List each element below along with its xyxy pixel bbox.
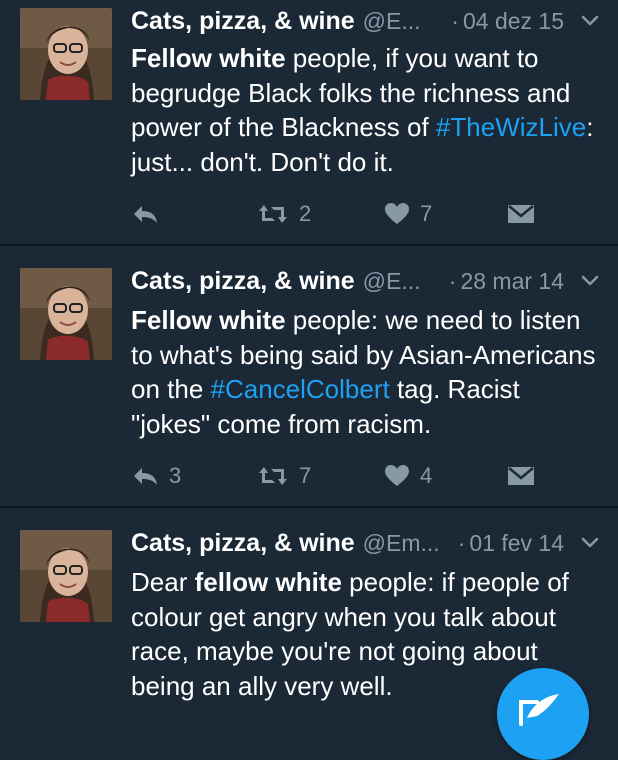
retweet-icon	[259, 467, 287, 485]
chevron-down-icon[interactable]	[580, 14, 600, 28]
separator-dot: ·	[451, 7, 459, 34]
avatar[interactable]	[20, 8, 112, 100]
compose-button[interactable]	[497, 668, 589, 760]
text-bold: fellow white	[194, 567, 342, 597]
retweet-button[interactable]: 7	[257, 458, 311, 494]
tweet-actions: 3 7 4	[0, 458, 618, 494]
tweet-item[interactable]: Cats, pizza, & wine @E... · 28 mar 14 Fe…	[0, 246, 618, 506]
text-bold: Fellow white	[131, 43, 286, 73]
envelope-icon	[508, 467, 534, 485]
reply-count: 3	[169, 463, 182, 488]
text-bold: Fellow white	[131, 305, 286, 335]
like-count: 4	[420, 463, 433, 488]
author-name[interactable]: Cats, pizza, & wine	[131, 529, 355, 558]
author-handle[interactable]: @Em...	[363, 530, 440, 557]
separator-dot: ·	[448, 267, 457, 294]
dm-button[interactable]	[507, 196, 535, 232]
hashtag-link[interactable]: #CancelColbert	[211, 374, 390, 404]
chevron-down-icon[interactable]	[580, 274, 600, 288]
author-name[interactable]: Cats, pizza, & wine	[131, 267, 355, 296]
retweet-button[interactable]: 2	[257, 196, 311, 232]
like-count: 7	[420, 201, 433, 226]
tweet-header: Cats, pizza, & wine @E... · 04 dez 15	[131, 4, 600, 38]
reply-button[interactable]: 3	[131, 458, 181, 494]
tweet-date[interactable]: 04 dez 15	[463, 8, 564, 35]
tweet-header: Cats, pizza, & wine @E... · 28 mar 14	[131, 264, 600, 298]
reply-icon	[134, 206, 157, 223]
text-normal: Dear	[131, 567, 195, 597]
heart-icon	[385, 203, 409, 224]
tweet-date[interactable]: 01 fev 14	[469, 530, 564, 557]
like-button[interactable]: 7	[384, 196, 432, 232]
chevron-down-icon[interactable]	[580, 536, 600, 550]
author-handle[interactable]: @E...	[363, 8, 421, 35]
dm-button[interactable]	[507, 458, 535, 494]
reply-icon	[134, 468, 157, 485]
avatar[interactable]	[20, 530, 112, 622]
author-name[interactable]: Cats, pizza, & wine	[131, 7, 355, 36]
tweet-header: Cats, pizza, & wine @Em... · 01 fev 14	[131, 526, 600, 560]
author-handle[interactable]: @E...	[363, 268, 421, 295]
avatar[interactable]	[20, 268, 112, 360]
like-button[interactable]: 4	[384, 458, 432, 494]
tweet-actions: 2 7	[0, 196, 618, 232]
retweet-count: 7	[299, 463, 312, 488]
envelope-icon	[508, 205, 534, 223]
tweet-text: Fellow white people, if you want to begr…	[131, 41, 602, 179]
tweet-date[interactable]: 28 mar 14	[460, 268, 564, 295]
tweet-text: Fellow white people: we need to listen t…	[131, 303, 602, 441]
tweet-item[interactable]: Cats, pizza, & wine @E... · 04 dez 15 Fe…	[0, 0, 618, 244]
separator-dot: ·	[457, 529, 466, 556]
retweet-icon	[259, 205, 287, 223]
hashtag-link[interactable]: #TheWizLive	[436, 112, 586, 142]
retweet-count: 2	[299, 201, 312, 226]
compose-icon	[519, 694, 559, 726]
reply-button[interactable]	[131, 196, 169, 232]
heart-icon	[385, 465, 409, 486]
